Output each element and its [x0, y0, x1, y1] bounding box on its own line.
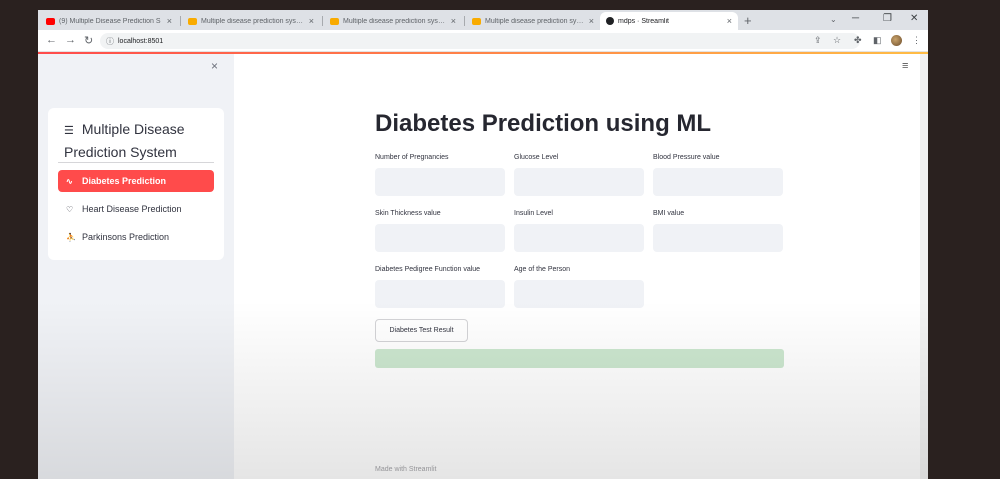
tab-separator [464, 16, 465, 26]
screen-bezel-top [38, 0, 928, 10]
sidebar-close-icon[interactable]: × [211, 59, 218, 73]
glucose-input[interactable] [514, 168, 644, 196]
minimize-button[interactable]: ─ [852, 13, 859, 24]
field-label-pregnancies: Number of Pregnancies [375, 154, 449, 161]
tab-separator [322, 16, 323, 26]
heart-icon: ♡ [66, 204, 74, 214]
extensions-icon[interactable]: ✤ [854, 35, 862, 46]
menu-item-heart[interactable]: ♡ Heart Disease Prediction [58, 198, 214, 220]
result-success-box [375, 349, 784, 368]
tab-title: (9) Multiple Disease Prediction S [59, 17, 161, 25]
tab-title: Multiple disease prediction system [485, 17, 585, 25]
tab-colab-2[interactable]: Multiple disease prediction system × [324, 12, 462, 30]
diabetes-test-result-button[interactable]: Diabetes Test Result [375, 319, 468, 342]
sidepanel-icon[interactable]: ◧ [873, 35, 882, 46]
field-label-age: Age of the Person [514, 266, 571, 273]
close-tab-icon[interactable]: × [589, 16, 594, 26]
activity-icon: ∿ [66, 176, 73, 186]
blood-pressure-input[interactable] [653, 168, 783, 196]
menu-divider [58, 162, 214, 163]
tab-title: Multiple disease prediction system [201, 17, 305, 25]
pregnancies-input[interactable] [375, 168, 505, 196]
page-title: Diabetes Prediction using ML [375, 110, 712, 137]
field-label-insulin: Insulin Level [514, 210, 553, 217]
kebab-menu-icon[interactable]: ⋮ [912, 35, 921, 46]
field-label-bmi: BMI value [653, 210, 685, 217]
forward-icon[interactable]: → [65, 34, 76, 46]
profile-avatar[interactable] [891, 35, 902, 46]
back-icon[interactable]: ← [46, 34, 57, 46]
tab-search-icon[interactable]: ⌄ [830, 15, 837, 24]
age-input[interactable] [514, 280, 644, 308]
field-label-glucose: Glucose Level [514, 154, 559, 161]
menu-item-parkinsons[interactable]: ⛹ Parkinsons Prediction [58, 226, 214, 248]
insulin-input[interactable] [514, 224, 644, 252]
browser-toolbar: ← → ↻ ⓘ localhost:8501 ⇪ ☆ ✤ ◧ ⋮ [38, 30, 928, 52]
menu-title-text: Multiple Disease Prediction System [64, 121, 185, 160]
youtube-icon [46, 17, 55, 25]
screen-bezel-right [928, 0, 1000, 479]
close-tab-icon[interactable]: × [309, 16, 314, 26]
screen-bezel-left [0, 0, 38, 479]
tab-strip: (9) Multiple Disease Prediction S × Mult… [38, 10, 928, 30]
option-menu: ☰ Multiple Disease Prediction System ∿ Di… [48, 108, 224, 260]
close-window-button[interactable]: ✕ [910, 13, 918, 24]
close-tab-icon[interactable]: × [727, 16, 732, 26]
menu-item-label: Heart Disease Prediction [82, 204, 182, 214]
close-tab-icon[interactable]: × [451, 16, 456, 26]
colab-icon [188, 17, 197, 25]
streamlit-icon [606, 17, 614, 25]
menu-title: ☰ Multiple Disease Prediction System [64, 119, 214, 163]
pedigree-input[interactable] [375, 280, 505, 308]
list-icon: ☰ [64, 125, 74, 137]
tab-streamlit[interactable]: mdps · Streamlit × [600, 12, 738, 30]
tab-title: Multiple disease prediction system [343, 17, 447, 25]
tab-colab-3[interactable]: Multiple disease prediction system × [466, 12, 600, 30]
bookmark-star-icon[interactable]: ☆ [833, 35, 841, 46]
person-icon: ⛹ [66, 232, 76, 242]
colab-icon [330, 17, 339, 25]
close-tab-icon[interactable]: × [167, 16, 172, 26]
new-tab-button[interactable]: + [744, 13, 752, 28]
field-label-pedigree: Diabetes Pedigree Function value [375, 266, 481, 273]
url-text: localhost:8501 [118, 37, 164, 45]
tab-title: mdps · Streamlit [618, 17, 669, 25]
browser-window: (9) Multiple Disease Prediction S × Mult… [38, 10, 928, 479]
field-label-skin-thickness: Skin Thickness value [375, 210, 441, 217]
tab-youtube[interactable]: (9) Multiple Disease Prediction S × [40, 12, 178, 30]
menu-item-label: Parkinsons Prediction [82, 232, 170, 242]
bmi-input[interactable] [653, 224, 783, 252]
menu-item-diabetes[interactable]: ∿ Diabetes Prediction [58, 170, 214, 192]
restore-button[interactable]: ❐ [883, 13, 892, 24]
main-content: ≡ Diabetes Prediction using ML Number of… [234, 54, 928, 479]
tab-separator [180, 16, 181, 26]
address-bar[interactable]: ⓘ localhost:8501 [100, 33, 860, 49]
footer-text[interactable]: Made with Streamlit [375, 466, 436, 473]
colab-icon [472, 17, 481, 25]
skin-thickness-input[interactable] [375, 224, 505, 252]
sidebar: × ☰ Multiple Disease Prediction System ∿ … [38, 54, 234, 479]
reload-icon[interactable]: ↻ [84, 34, 93, 47]
field-label-blood-pressure: Blood Pressure value [653, 154, 720, 161]
info-icon: ⓘ [106, 36, 114, 46]
app-menu-icon[interactable]: ≡ [902, 60, 908, 72]
menu-item-label: Diabetes Prediction [82, 176, 167, 186]
tab-colab-1[interactable]: Multiple disease prediction system × [182, 12, 320, 30]
share-icon[interactable]: ⇪ [814, 35, 822, 46]
scrollbar[interactable] [920, 54, 928, 479]
